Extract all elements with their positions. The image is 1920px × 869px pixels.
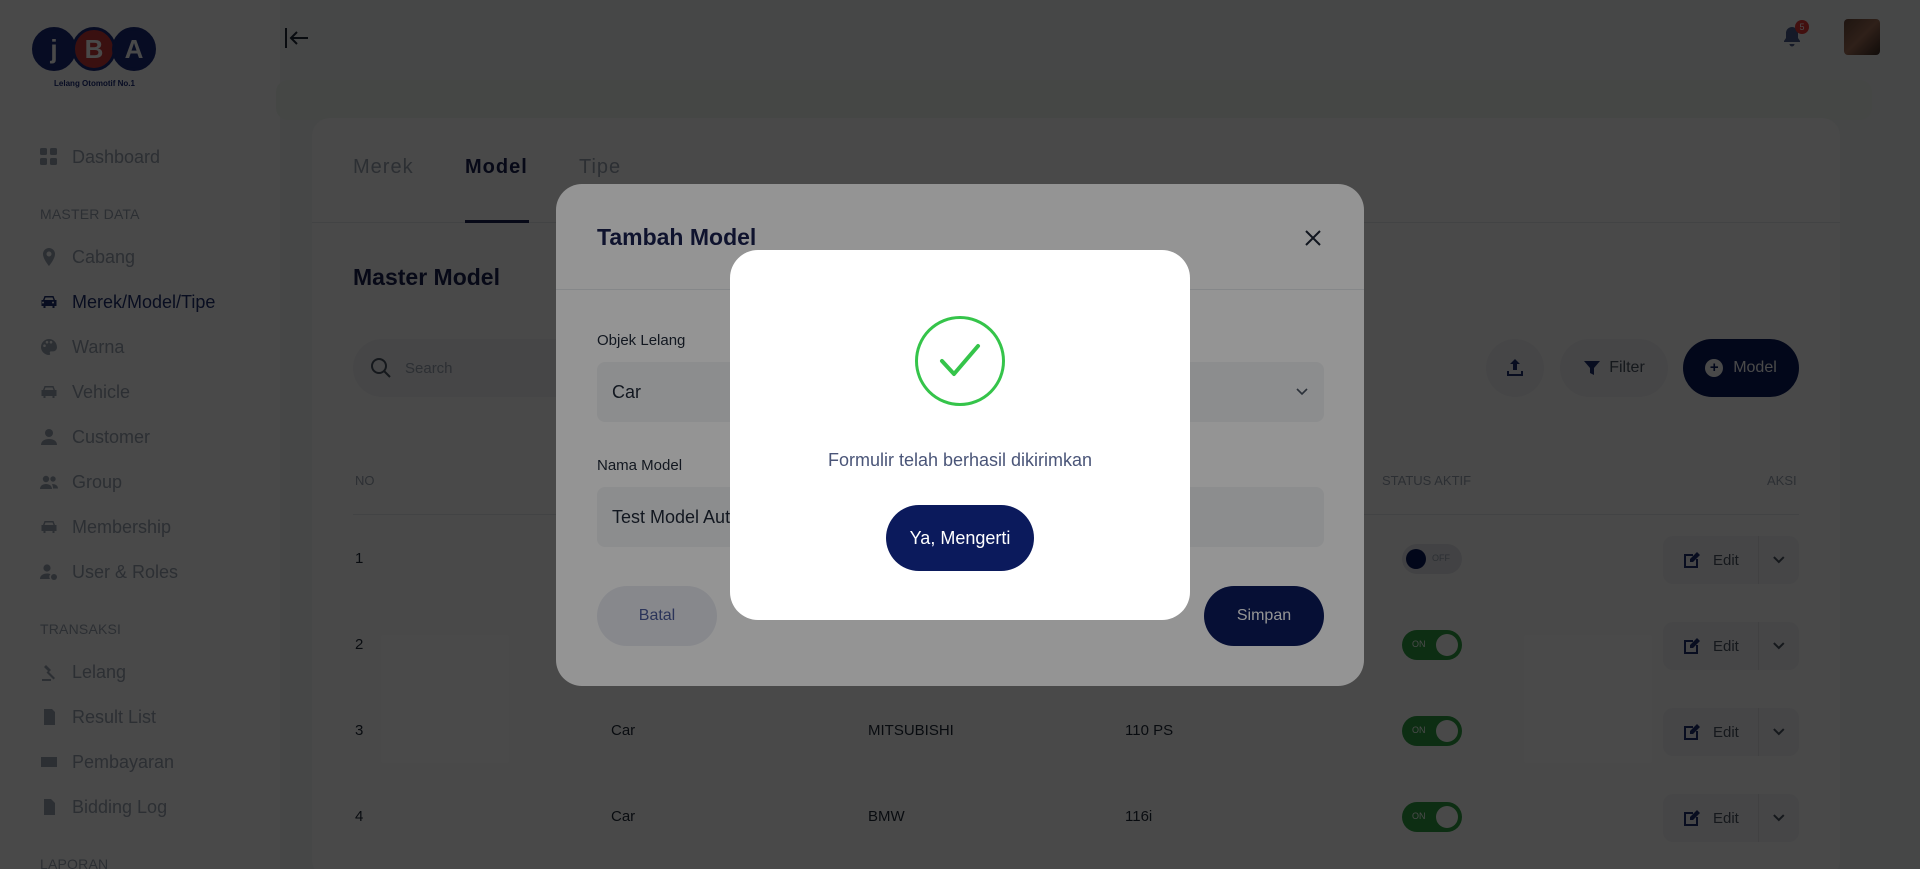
alert-message: Formulir telah berhasil dikirimkan [827,450,1093,470]
confirm-button[interactable]: Ya, Mengerti [886,505,1034,571]
success-icon [915,316,1005,406]
success-alert: Formulir telah berhasil dikirimkan Ya, M… [730,250,1190,620]
check-icon [940,344,980,376]
app: j B A Lelang Otomotif No.1 Dashboard MAS… [0,0,1920,869]
